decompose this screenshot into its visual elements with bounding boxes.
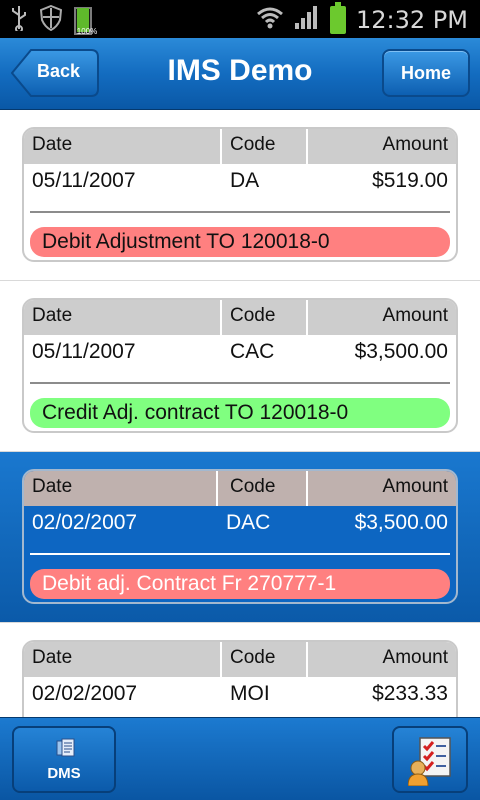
transaction-card: Date Code Amount 02/02/2007 DAC $3,500.0… bbox=[22, 469, 458, 604]
amount-cell: $3,500.00 bbox=[354, 511, 448, 534]
list-item[interactable]: Date Code Amount 05/11/2007 DA $519.00 D… bbox=[0, 110, 480, 281]
battery-icon: 100% bbox=[74, 6, 97, 36]
description-label: Debit Adjustment TO 120018-0 bbox=[30, 227, 450, 257]
usb-icon bbox=[10, 5, 28, 36]
code-cell: MOI bbox=[230, 682, 270, 705]
shield-icon bbox=[39, 4, 63, 36]
clock: 12:32 PM bbox=[356, 5, 468, 34]
code-header: Code bbox=[230, 134, 276, 155]
amount-cell: $519.00 bbox=[372, 169, 448, 192]
title-bar: Back IMS Demo Home bbox=[0, 38, 480, 110]
date-cell: 05/11/2007 bbox=[32, 340, 136, 363]
amount-cell: $233.33 bbox=[372, 682, 448, 705]
status-bar: 100% 12:32 PM bbox=[0, 0, 480, 38]
divider bbox=[30, 382, 450, 384]
date-header: Date bbox=[32, 476, 73, 497]
code-cell: DA bbox=[230, 169, 260, 192]
code-header: Code bbox=[230, 647, 276, 668]
battery-icon bbox=[330, 1, 347, 34]
transaction-card: Date Code Amount 02/02/2007 MOI $233.33 bbox=[22, 640, 458, 717]
description-label: Debit adj. Contract Fr 270777-1 bbox=[30, 569, 450, 599]
home-button[interactable]: Home bbox=[382, 49, 470, 97]
transaction-list[interactable]: Date Code Amount 05/11/2007 DA $519.00 D… bbox=[0, 110, 480, 717]
table-header: Date Code Amount bbox=[24, 300, 456, 335]
transaction-card: Date Code Amount 05/11/2007 DA $519.00 D… bbox=[22, 127, 458, 262]
amount-header: Amount bbox=[382, 134, 448, 155]
date-cell: 02/02/2007 bbox=[32, 511, 138, 534]
code-header: Code bbox=[230, 305, 276, 326]
table-header: Date Code Amount bbox=[24, 642, 456, 677]
list-item[interactable]: Date Code Amount 05/11/2007 CAC $3,500.0… bbox=[0, 281, 480, 452]
date-cell: 02/02/2007 bbox=[32, 682, 138, 705]
dms-button[interactable]: DMS bbox=[12, 726, 116, 793]
date-cell: 05/11/2007 bbox=[32, 169, 136, 192]
amount-header: Amount bbox=[382, 647, 448, 668]
dms-button-label: DMS bbox=[47, 765, 81, 782]
amount-cell: $3,500.00 bbox=[354, 340, 448, 363]
documents-icon bbox=[56, 738, 75, 757]
table-header: Date Code Amount bbox=[24, 471, 456, 506]
transaction-card: Date Code Amount 05/11/2007 CAC $3,500.0… bbox=[22, 298, 458, 433]
contact-checklist-button[interactable] bbox=[392, 726, 468, 793]
divider bbox=[30, 553, 450, 555]
table-header: Date Code Amount bbox=[24, 129, 456, 164]
code-cell: DAC bbox=[226, 511, 271, 534]
date-header: Date bbox=[32, 134, 73, 155]
wifi-icon bbox=[256, 5, 284, 34]
date-header: Date bbox=[32, 647, 73, 668]
date-header: Date bbox=[32, 305, 73, 326]
signal-icon bbox=[294, 4, 320, 35]
code-cell: CAC bbox=[230, 340, 275, 363]
bottom-toolbar: DMS bbox=[0, 717, 480, 800]
contact-checklist-icon bbox=[408, 737, 451, 786]
divider bbox=[30, 211, 450, 213]
list-item-selected[interactable]: Date Code Amount 02/02/2007 DAC $3,500.0… bbox=[0, 452, 480, 623]
amount-header: Amount bbox=[382, 476, 448, 497]
list-item[interactable]: Date Code Amount 02/02/2007 MOI $233.33 bbox=[0, 623, 480, 717]
code-header: Code bbox=[230, 476, 276, 497]
battery-percent: 100% bbox=[76, 26, 98, 36]
description-label: Credit Adj. contract TO 120018-0 bbox=[30, 398, 450, 428]
amount-header: Amount bbox=[382, 305, 448, 326]
